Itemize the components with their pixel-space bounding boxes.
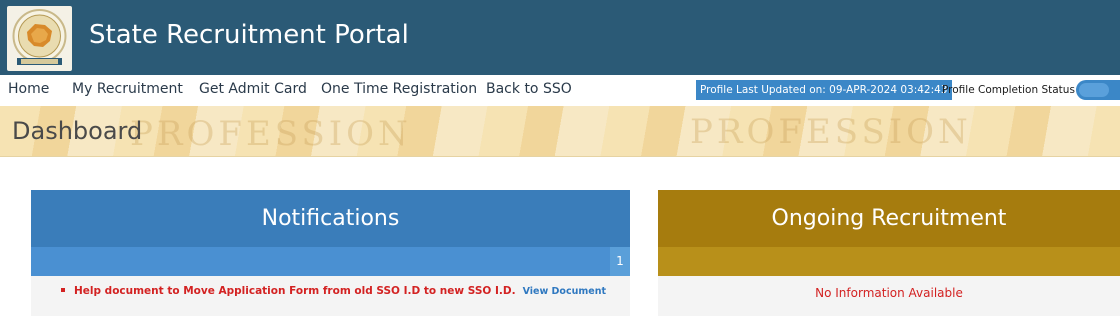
page-title: Dashboard [12,117,143,145]
banner-decoration: PROFESSION [690,112,972,152]
ongoing-recruitment-list: No Information Available [658,276,1120,316]
state-emblem-icon[interactable] [7,6,72,71]
nav-item-my-recruitment[interactable]: My Recruitment [72,81,183,97]
portal-title: State Recruitment Portal [89,20,409,50]
profile-updated-badge: Profile Last Updated on: 09-APR-2024 03:… [696,80,952,100]
nav-item-one-time-registration[interactable]: One Time Registration [321,81,477,97]
banner-decoration: PROFESSION [130,114,412,154]
nav-item-back-to-sso[interactable]: Back to SSO [486,81,572,97]
notification-count-badge: 1 [610,247,630,276]
ongoing-recruitment-subbar [658,247,1120,276]
dashboard-banner: PROFESSION PROFESSION Dashboard [0,106,1120,157]
view-document-link[interactable]: View Document [523,286,606,297]
nav-item-get-admit-card[interactable]: Get Admit Card [199,81,307,97]
profile-completion-toggle[interactable] [1076,80,1120,100]
notifications-header: Notifications [31,190,630,247]
ongoing-recruitment-title: Ongoing Recruitment [771,206,1007,231]
notification-text: Help document to Move Application Form f… [74,285,516,297]
nav-bar: Home My Recruitment Get Admit Card One T… [0,75,1120,107]
ongoing-recruitment-header: Ongoing Recruitment [658,190,1120,247]
nav-item-home[interactable]: Home [8,81,49,97]
notifications-subbar: 1 [31,247,630,276]
bullet-icon [61,288,65,292]
notifications-list: Help document to Move Application Form f… [31,276,630,316]
portal-header: State Recruitment Portal [0,0,1120,75]
profile-completion-label: Profile Completion Status [942,84,1075,96]
list-item: Help document to Move Application Form f… [61,285,606,297]
no-information-text: No Information Available [815,286,963,300]
toggle-knob [1079,83,1109,97]
notifications-title: Notifications [261,206,400,231]
